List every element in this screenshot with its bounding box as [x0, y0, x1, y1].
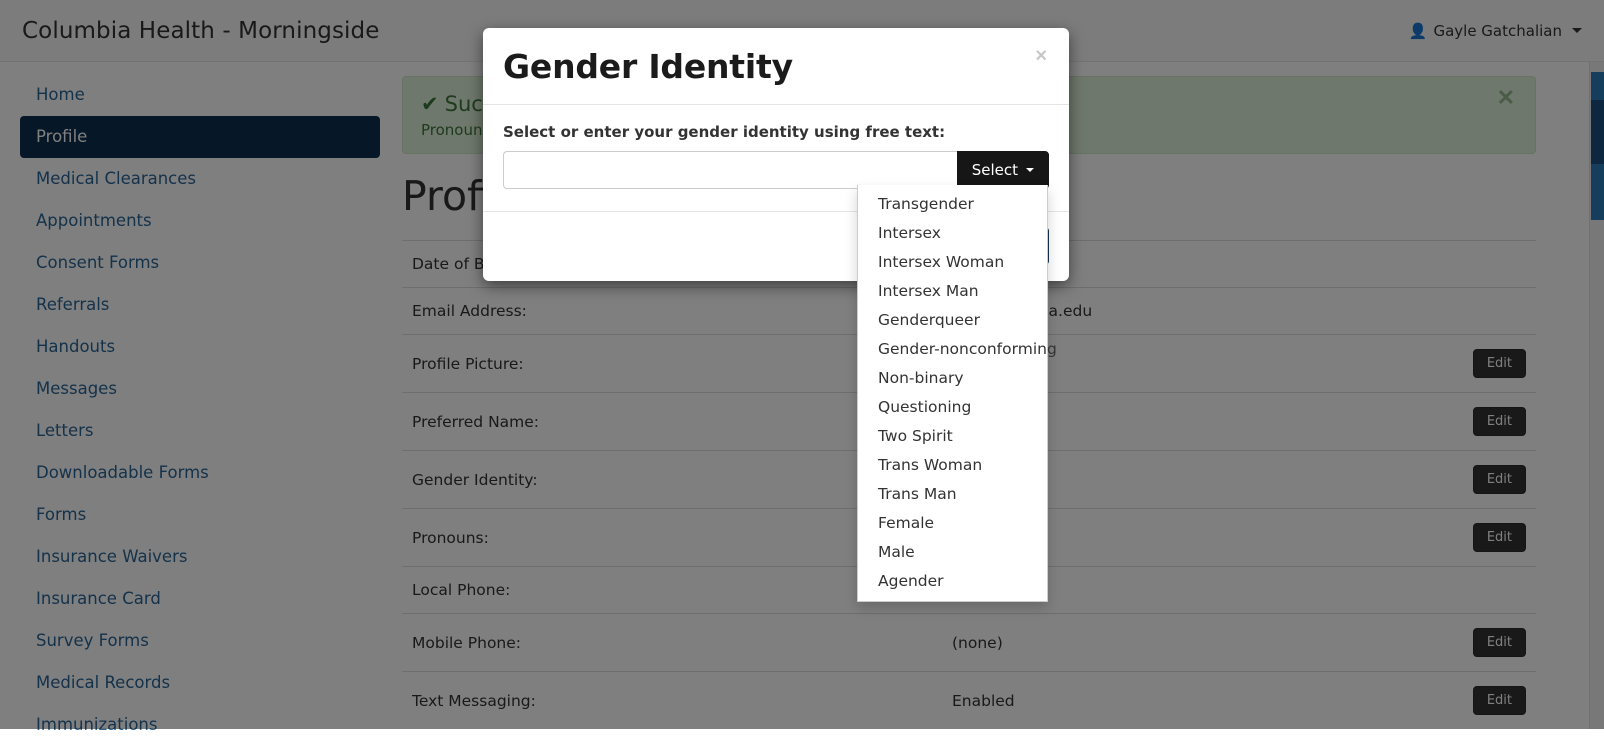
gender-identity-input[interactable]: [503, 151, 957, 189]
dropdown-option-intersex-woman[interactable]: Intersex Woman: [858, 248, 1047, 277]
dropdown-option-male[interactable]: Male: [858, 538, 1047, 567]
dropdown-option-two-spirit[interactable]: Two Spirit: [858, 422, 1047, 451]
gender-identity-field-label: Select or enter your gender identity usi…: [503, 123, 1049, 141]
dropdown-option-gender-nonconforming[interactable]: Gender-nonconforming: [858, 335, 1047, 364]
gender-identity-dropdown-menu: TransgenderIntersexIntersex WomanInterse…: [857, 185, 1048, 602]
dropdown-option-genderqueer[interactable]: Genderqueer: [858, 306, 1047, 335]
caret-down-icon: [1026, 168, 1034, 172]
dropdown-option-female[interactable]: Female: [858, 509, 1047, 538]
dropdown-option-questioning[interactable]: Questioning: [858, 393, 1047, 422]
dropdown-option-intersex-man[interactable]: Intersex Man: [858, 277, 1047, 306]
gender-identity-input-group: Select: [503, 151, 1049, 189]
dropdown-option-non-binary[interactable]: Non-binary: [858, 364, 1047, 393]
close-icon[interactable]: ×: [1029, 46, 1053, 66]
dropdown-option-intersex[interactable]: Intersex: [858, 219, 1047, 248]
dropdown-option-transgender[interactable]: Transgender: [858, 190, 1047, 219]
dropdown-option-trans-man[interactable]: Trans Man: [858, 480, 1047, 509]
dropdown-option-trans-woman[interactable]: Trans Woman: [858, 451, 1047, 480]
modal-header: Gender Identity ×: [483, 28, 1069, 105]
modal-title: Gender Identity: [503, 48, 1049, 86]
select-button-label: Select: [972, 161, 1018, 179]
dropdown-option-agender[interactable]: Agender: [858, 567, 1047, 596]
select-dropdown-button[interactable]: Select: [957, 151, 1049, 189]
